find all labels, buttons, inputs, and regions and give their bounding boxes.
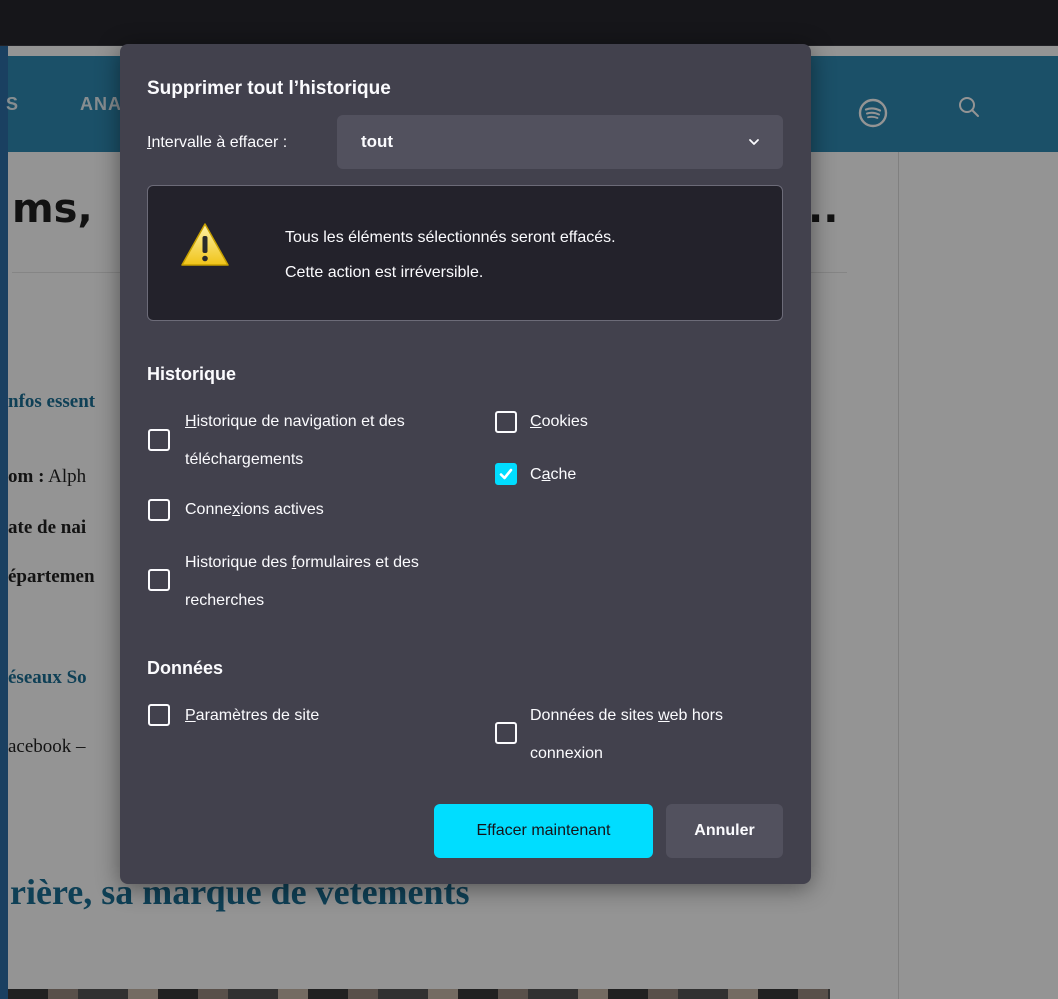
label-offline-data-post: eb hors bbox=[669, 707, 724, 724]
checkbox-active-logins[interactable] bbox=[148, 499, 170, 521]
warning-line-2: Cette action est irréversible. bbox=[285, 264, 484, 281]
label-offline-data-pre: Données de sites bbox=[530, 707, 659, 724]
time-range-select[interactable]: tout bbox=[337, 115, 783, 169]
label-form-history-pre: Historique des bbox=[185, 554, 292, 571]
label-active-logins-post: ions actives bbox=[240, 501, 324, 518]
label-form-history[interactable]: Historique des formulaires et des recherc… bbox=[185, 544, 419, 620]
label-cache-post: che bbox=[550, 466, 577, 483]
checkbox-cache[interactable] bbox=[495, 463, 517, 485]
label-form-history-post: ormulaires et des bbox=[296, 554, 419, 571]
label-navigation-history-accel: H bbox=[185, 413, 197, 430]
cancel-button[interactable]: Annuler bbox=[666, 804, 783, 858]
range-label: Intervalle à effacer : bbox=[147, 134, 287, 152]
label-site-settings-text: aramètres de site bbox=[195, 707, 320, 724]
label-offline-data-line2: connexion bbox=[530, 745, 603, 762]
label-active-logins[interactable]: Connexions actives bbox=[185, 491, 324, 529]
label-navigation-history-line1: istorique de navigation et des bbox=[196, 413, 405, 430]
label-active-logins-accel: x bbox=[232, 501, 241, 518]
label-offline-data[interactable]: Données de sites web hors connexion bbox=[530, 697, 723, 773]
history-section-title: Historique bbox=[147, 364, 237, 384]
label-navigation-history[interactable]: Historique de navigation et des télécharg… bbox=[185, 403, 405, 479]
range-label-text: ntervalle à effacer : bbox=[151, 134, 288, 151]
clear-history-dialog: Supprimer tout l’historique Intervalle à… bbox=[120, 44, 811, 884]
label-cache-pre: C bbox=[530, 466, 542, 483]
label-offline-data-accel: w bbox=[658, 707, 670, 724]
clear-now-button[interactable]: Effacer maintenant bbox=[434, 804, 653, 858]
label-cookies-text: ookies bbox=[541, 413, 588, 430]
label-navigation-history-line2: téléchargements bbox=[185, 451, 304, 468]
chevron-down-icon bbox=[749, 139, 759, 145]
label-form-history-line2: recherches bbox=[185, 592, 265, 609]
label-cookies-accel: C bbox=[530, 413, 542, 430]
checkbox-site-settings[interactable] bbox=[148, 704, 170, 726]
checkbox-form-history[interactable] bbox=[148, 569, 170, 591]
warning-line-1: Tous les éléments sélectionnés seront ef… bbox=[285, 229, 616, 246]
label-site-settings[interactable]: Paramètres de site bbox=[185, 697, 319, 735]
label-cookies[interactable]: Cookies bbox=[530, 403, 588, 441]
warning-icon bbox=[181, 223, 229, 266]
warning-box: Tous les éléments sélectionnés seront ef… bbox=[147, 185, 783, 321]
data-section-title: Données bbox=[147, 658, 224, 678]
dialog-title: Supprimer tout l’historique bbox=[147, 78, 391, 99]
time-range-value: tout bbox=[361, 132, 394, 151]
label-active-logins-pre: Conne bbox=[185, 501, 233, 518]
checkbox-offline-data[interactable] bbox=[495, 722, 517, 744]
checkmark-icon bbox=[499, 468, 513, 480]
checkbox-cookies[interactable] bbox=[495, 411, 517, 433]
label-site-settings-accel: P bbox=[185, 707, 196, 724]
checkbox-navigation-history[interactable] bbox=[148, 429, 170, 451]
label-cache[interactable]: Cache bbox=[530, 456, 576, 494]
